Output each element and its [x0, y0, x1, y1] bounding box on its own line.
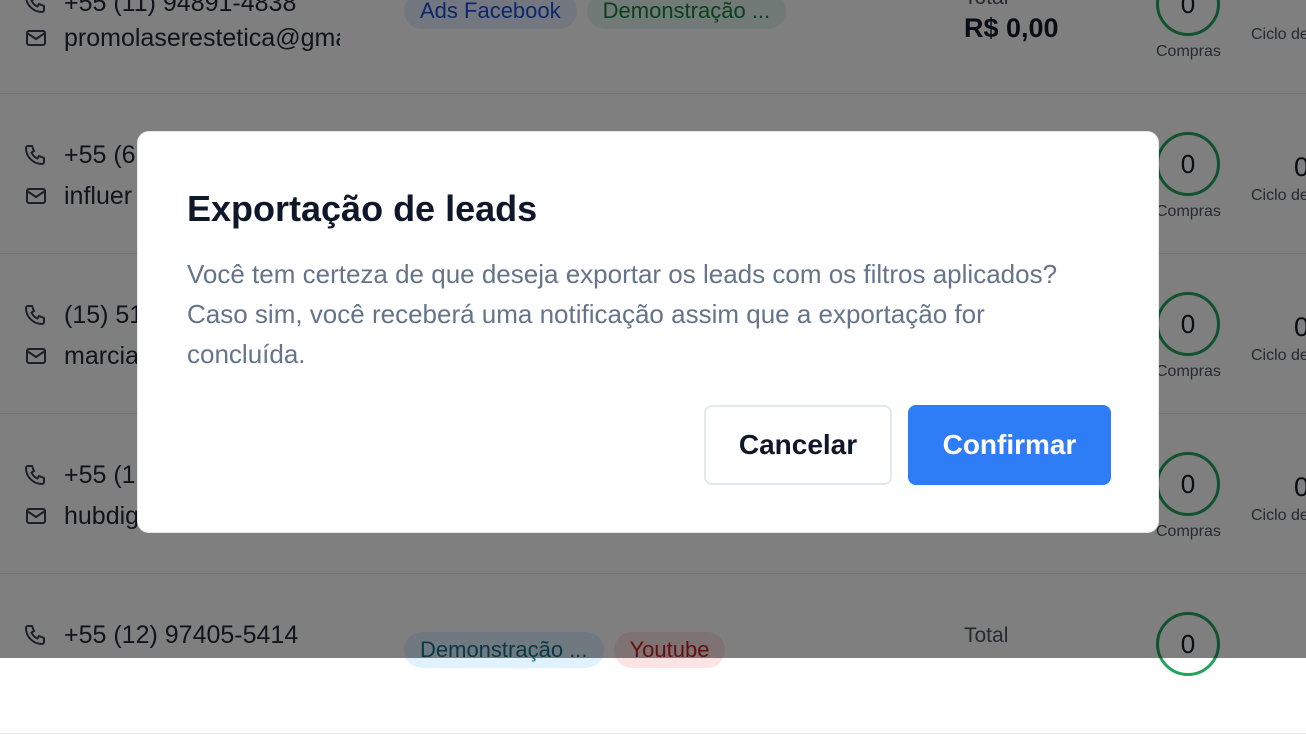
export-leads-dialog: Exportação de leads Você tem certeza de … — [137, 131, 1159, 533]
confirm-button[interactable]: Confirmar — [908, 405, 1111, 485]
cancel-button[interactable]: Cancelar — [704, 405, 892, 485]
dialog-message: Você tem certeza de que deseja exportar … — [187, 259, 1058, 369]
dialog-title: Exportação de leads — [187, 188, 538, 229]
